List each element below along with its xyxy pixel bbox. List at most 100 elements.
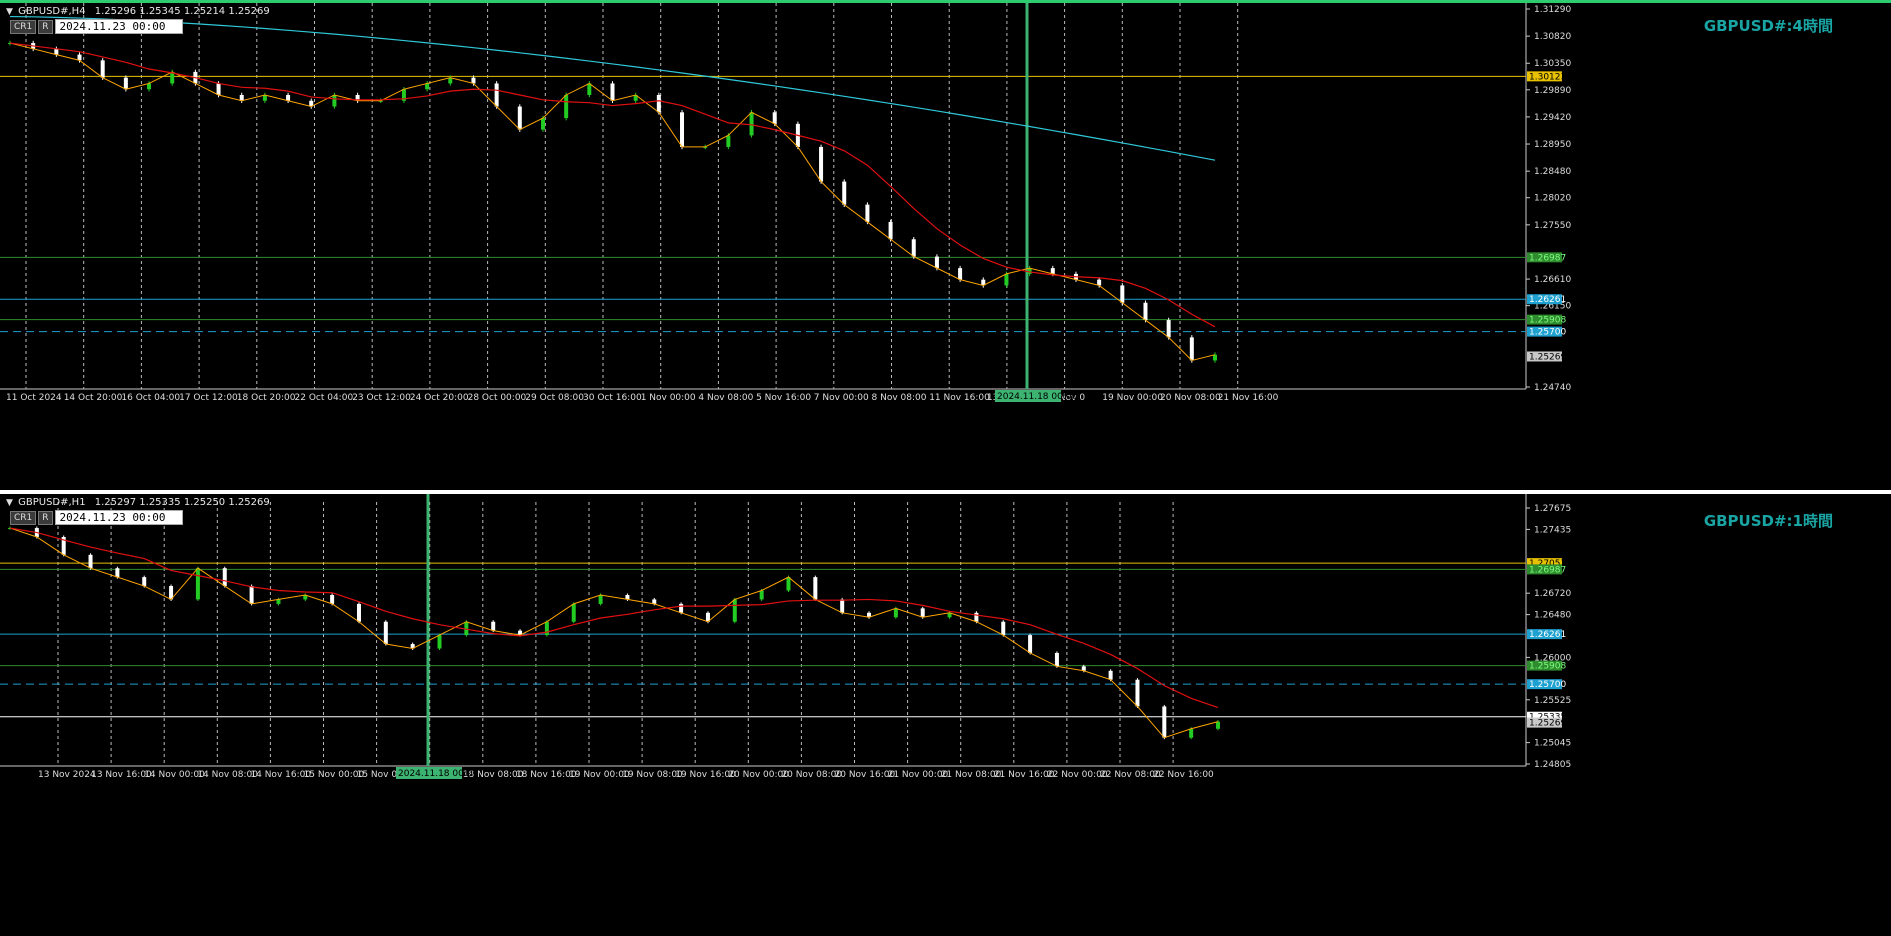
candle-body [1135, 679, 1140, 707]
price-tick-label: 1.26610 [1534, 275, 1571, 285]
candle-body [1120, 285, 1125, 303]
time-tick-label: 13 Nov 2024 [38, 770, 96, 780]
time-tick-label: 30 Oct 16:00 [583, 393, 642, 403]
price-tick-label: 1.31290 [1534, 5, 1571, 15]
candle-body [564, 94, 569, 119]
candle-body [1216, 721, 1220, 729]
price-tick-label: 1.28020 [1534, 194, 1571, 204]
h4-date-input[interactable]: 2024.11.23 00:00 [54, 19, 183, 34]
price-tick-label: 1.30350 [1534, 59, 1571, 69]
time-tick-label: 29 Oct 08:00 [525, 393, 584, 403]
chart-menu-icon[interactable]: ▼ [6, 498, 13, 508]
candle-body [772, 112, 777, 124]
price-tick-label: 1.27435 [1534, 525, 1571, 535]
candle-body [1189, 728, 1194, 738]
candle-body [1004, 273, 1009, 286]
price-level-tag-text: 1.25908 [1529, 662, 1566, 672]
price-level-tag-text: 1.30123 [1529, 72, 1566, 82]
price-level-tag-text: 1.25700 [1529, 680, 1566, 690]
h1-r-button[interactable]: R [38, 510, 53, 525]
h4-chart-pane[interactable]: 11 Oct 2024 14 Oct 20:00 16 Oct 04:00 17 Oc… [0, 0, 1891, 490]
time-tick-label: 21 Nov 16:00 [994, 770, 1055, 780]
candle-body [1143, 302, 1148, 321]
crosshair-time-text: 2024.11.18 00:00 [398, 769, 479, 779]
candle-body [1213, 354, 1217, 361]
time-tick-label: 7 Nov 00:00 [814, 393, 869, 403]
candle-body [726, 135, 731, 147]
candle-body [517, 106, 522, 130]
candle-body [1054, 652, 1059, 667]
price-tick-label: 1.26480 [1534, 611, 1571, 621]
candle-body [425, 83, 430, 90]
candle-body [115, 568, 120, 578]
h4-ohlc: 1.25296 1.25345 1.25214 1.25269 [94, 6, 270, 17]
candle-body [448, 77, 453, 84]
candle-body [749, 112, 754, 136]
candle-body [77, 54, 82, 61]
price-tick-label: 1.25045 [1534, 739, 1571, 749]
candle-body [1097, 279, 1102, 286]
h1-chart-pane[interactable]: 13 Nov 2024 13 Nov 16:00 14 Nov 00:00 14 No… [0, 494, 1891, 936]
price-level-tag-text: 1.25269 [1529, 352, 1566, 362]
h1-date-input[interactable]: 2024.11.23 00:00 [54, 510, 183, 525]
price-level-tag-text: 1.26987 [1529, 253, 1566, 263]
h4-r-button[interactable]: R [38, 19, 53, 34]
time-tick-label: 20 Nov 16:00 [835, 770, 896, 780]
candle-body [888, 221, 893, 240]
time-tick-label: 15 Nov 00:00 [304, 770, 365, 780]
candle-body [437, 635, 442, 649]
candle-body [1027, 268, 1032, 274]
candle-body [732, 599, 737, 622]
time-tick-label: 1 Nov 00:00 [641, 393, 696, 403]
time-tick-label: 20 Nov 08:00 [1160, 393, 1221, 403]
price-tick-label: 1.29420 [1534, 113, 1571, 123]
candle-body [262, 94, 267, 101]
time-tick-label: 14 Nov 08:00 [197, 770, 258, 780]
time-tick-label: 19 Nov 00:00 [1102, 393, 1163, 403]
time-tick-label: 14 Nov 16:00 [250, 770, 311, 780]
candle-body [1108, 670, 1113, 680]
h1-cr1-button[interactable]: CR1 [10, 510, 37, 525]
candle-body [100, 60, 105, 78]
candle-body [540, 118, 545, 130]
time-tick-label: 19 Nov 08:00 [622, 770, 683, 780]
chart-menu-icon[interactable]: ▼ [6, 7, 13, 17]
candle-body [239, 94, 244, 101]
h4-chart-header: ▼ GBPUSD#,H4 1.25296 1.25345 1.25214 1.2… [6, 6, 270, 17]
candle-body [958, 268, 963, 280]
moving-average-red [9, 527, 1219, 709]
candle-body [656, 94, 661, 113]
candle-body [1001, 621, 1006, 636]
price-level-tag-text: 1.25269 [1529, 719, 1566, 729]
time-tick-label: 24 Oct 20:00 [410, 393, 469, 403]
candle-body [88, 554, 93, 569]
price-tick-label: 1.27550 [1534, 221, 1571, 231]
time-tick-label: 21 Nov 00:00 [888, 770, 949, 780]
price-tick-label: 1.26720 [1534, 589, 1571, 599]
time-tick-label: 21 Nov 08:00 [941, 770, 1002, 780]
candle-body [142, 577, 147, 587]
candle-body [491, 621, 496, 631]
candle-body [610, 83, 615, 101]
time-tick-label: 14 Nov 00:00 [144, 770, 205, 780]
time-tick-label: 18 Nov 16:00 [516, 770, 577, 780]
h4-cr1-button[interactable]: CR1 [10, 19, 37, 34]
candle-body [1166, 320, 1171, 338]
time-tick-label: 22 Nov 00:00 [1047, 770, 1108, 780]
time-tick-label: 13 Nov 16:00 [91, 770, 152, 780]
h1-chart-canvas[interactable]: 13 Nov 202413 Nov 16:0014 Nov 00:0014 No… [0, 494, 1891, 936]
h1-symbol: GBPUSD#,H1 [18, 497, 86, 508]
time-tick-label: 11 Oct 2024 [6, 393, 62, 403]
h4-chart-canvas[interactable]: 11 Oct 2024 14 Oct 20:00 16 Oct 04:00 17 Oc… [0, 3, 1891, 490]
time-tick-label: 20 Nov 00:00 [728, 770, 789, 780]
time-tick-label: 5 Nov 16:00 [756, 393, 811, 403]
candle-body [286, 94, 291, 101]
h4-toolbar: CR1 R 2024.11.23 00:00 [10, 19, 183, 34]
candle-body [865, 204, 870, 222]
price-tick-label: 1.24805 [1534, 760, 1571, 770]
time-tick-label: 4 Nov 08:00 [698, 393, 753, 403]
candle-body [934, 256, 939, 269]
price-level-tag-text: 1.26261 [1529, 295, 1566, 305]
crosshair-time-text: 2024.11.18 00:00 [997, 392, 1078, 402]
candle-body [356, 603, 361, 622]
